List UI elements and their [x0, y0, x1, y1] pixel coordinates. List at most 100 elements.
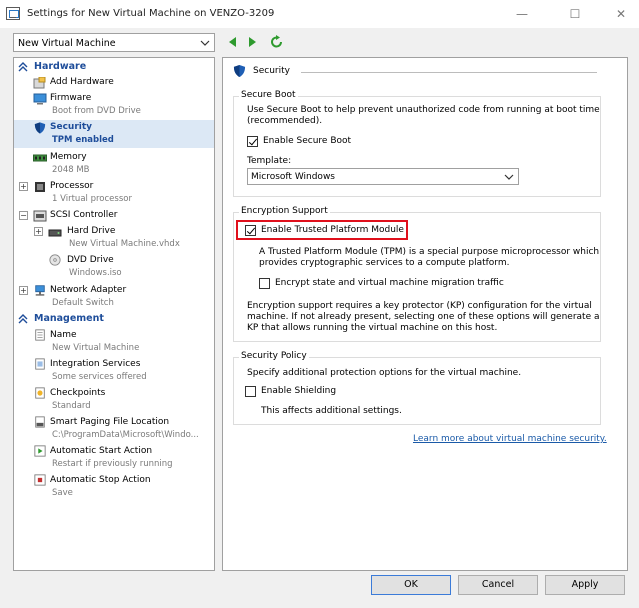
- tree-item-detail: 2048 MB: [52, 165, 90, 175]
- network-adapter-icon: [35, 285, 45, 296]
- shield-icon: [34, 122, 46, 134]
- vm-select-dropdown[interactable]: New Virtual Machine: [13, 33, 215, 52]
- tree-item-label: Add Hardware: [50, 77, 114, 87]
- chevron-down-icon: [200, 40, 210, 46]
- tree-item-network-adapter[interactable]: + Network Adapter Default Switch: [14, 283, 214, 311]
- vm-select-value: New Virtual Machine: [18, 38, 116, 49]
- minimize-button[interactable]: —: [514, 6, 530, 22]
- tree-item-label: Hard Drive: [67, 226, 116, 236]
- window-title: Settings for New Virtual Machine on VENZ…: [27, 8, 275, 19]
- tree-item-scsi-controller[interactable]: − SCSI Controller: [14, 208, 214, 224]
- ok-button[interactable]: OK: [371, 575, 451, 595]
- secure-boot-description-2: (recommended).: [247, 116, 323, 126]
- enable-secure-boot-checkbox[interactable]: [247, 136, 258, 147]
- tree-item-label: Processor: [50, 181, 94, 191]
- apply-button[interactable]: Apply: [545, 575, 625, 595]
- enable-shielding-label[interactable]: Enable Shielding: [261, 386, 336, 397]
- management-section-header[interactable]: Management: [14, 312, 214, 326]
- tpm-description: A Trusted Platform Module (TPM) is a spe…: [259, 247, 600, 257]
- tree-item-detail: Restart if previously running: [52, 459, 173, 469]
- tree-item-detail: Boot from DVD Drive: [52, 106, 141, 116]
- tree-item-automatic-start-action[interactable]: Automatic Start Action Restart if previo…: [14, 444, 214, 472]
- name-document-icon: [35, 329, 45, 341]
- tree-item-label: DVD Drive: [67, 255, 114, 265]
- tree-item-label: Checkpoints: [50, 388, 106, 398]
- collapse-up-icon: [18, 314, 28, 324]
- smart-paging-icon: [35, 416, 45, 428]
- tree-item-detail: New Virtual Machine.vhdx: [69, 239, 180, 249]
- integration-services-icon: [35, 358, 45, 370]
- section-divider: [301, 72, 597, 73]
- dvd-disc-icon: [49, 254, 61, 266]
- tree-item-name[interactable]: Name New Virtual Machine: [14, 328, 214, 356]
- secure-boot-group-title: Secure Boot: [239, 90, 298, 100]
- enable-secure-boot-label[interactable]: Enable Secure Boot: [263, 136, 351, 147]
- learn-more-link[interactable]: Learn more about virtual machine securit…: [413, 434, 607, 444]
- enable-shielding-checkbox[interactable]: [245, 386, 256, 397]
- automatic-start-icon: [34, 445, 46, 457]
- checkpoints-icon: [35, 387, 45, 399]
- tree-item-label: Automatic Start Action: [50, 446, 153, 456]
- title-bar: Settings for New Virtual Machine on VENZ…: [0, 0, 639, 28]
- expand-icon[interactable]: +: [34, 227, 43, 236]
- tree-item-hard-drive[interactable]: + Hard Drive New Virtual Machine.vhdx: [14, 224, 214, 252]
- tree-item-smart-paging[interactable]: Smart Paging File Location C:\ProgramDat…: [14, 415, 214, 443]
- shielding-note: This affects additional settings.: [261, 406, 402, 416]
- expand-icon[interactable]: +: [19, 182, 28, 191]
- tree-item-integration-services[interactable]: Integration Services Some services offer…: [14, 357, 214, 385]
- settings-tree: Hardware Add Hardware Firmware Boot from…: [13, 57, 215, 571]
- firmware-icon: [33, 93, 47, 105]
- tree-item-firmware[interactable]: Firmware Boot from DVD Drive: [14, 91, 214, 119]
- add-hardware-icon: [33, 77, 46, 89]
- enable-tpm-checkbox[interactable]: [245, 225, 256, 236]
- tree-item-checkpoints[interactable]: Checkpoints Standard: [14, 386, 214, 414]
- encrypt-migration-checkbox[interactable]: [259, 278, 270, 289]
- security-policy-description: Specify additional protection options fo…: [247, 368, 522, 378]
- tree-item-label: Network Adapter: [50, 285, 127, 295]
- encryption-group-title: Encryption Support: [239, 206, 330, 216]
- back-arrow-icon[interactable]: [226, 35, 240, 49]
- hardware-section-header[interactable]: Hardware: [14, 60, 214, 74]
- settings-window-icon: [6, 7, 20, 20]
- hardware-header-label: Hardware: [34, 61, 87, 72]
- tree-item-detail: TPM enabled: [52, 135, 114, 145]
- enable-tpm-label[interactable]: Enable Trusted Platform Module: [261, 225, 404, 236]
- collapse-icon[interactable]: −: [19, 211, 28, 220]
- collapse-up-icon: [18, 62, 28, 72]
- processor-icon: [35, 182, 45, 192]
- template-dropdown[interactable]: Microsoft Windows: [247, 168, 519, 185]
- tree-item-detail: Some services offered: [52, 372, 147, 382]
- close-button[interactable]: ✕: [613, 6, 629, 22]
- refresh-icon[interactable]: [270, 35, 284, 49]
- tree-item-memory[interactable]: Memory 2048 MB: [14, 150, 214, 178]
- template-value: Microsoft Windows: [251, 172, 335, 182]
- tree-item-dvd-drive[interactable]: DVD Drive Windows.iso: [14, 253, 214, 281]
- key-protector-note-3: KP that allows running the virtual machi…: [247, 323, 498, 333]
- key-protector-note: Encryption support requires a key protec…: [247, 301, 592, 311]
- tree-item-label: Security: [50, 122, 93, 132]
- tree-item-automatic-stop-action[interactable]: Automatic Stop Action Save: [14, 473, 214, 501]
- tree-item-detail: Save: [52, 488, 73, 498]
- secure-boot-description: Use Secure Boot to help prevent unauthor…: [247, 105, 600, 115]
- expand-icon[interactable]: +: [19, 286, 28, 295]
- tree-item-add-hardware[interactable]: Add Hardware: [14, 75, 214, 91]
- tpm-description-2: provides cryptographic services to a com…: [259, 258, 510, 268]
- tree-item-label: Name: [50, 330, 77, 340]
- template-label: Template:: [247, 156, 292, 166]
- tree-item-label: Firmware: [50, 93, 92, 103]
- tree-item-detail: Standard: [52, 401, 91, 411]
- security-settings-panel: Security Secure Boot Use Secure Boot to …: [222, 57, 628, 571]
- cancel-button[interactable]: Cancel: [458, 575, 538, 595]
- security-policy-group-title: Security Policy: [239, 351, 309, 361]
- automatic-stop-icon: [34, 474, 46, 486]
- tree-item-security[interactable]: Security TPM enabled: [14, 120, 214, 148]
- tree-item-processor[interactable]: + Processor 1 Virtual processor: [14, 179, 214, 207]
- encrypt-migration-label[interactable]: Encrypt state and virtual machine migrat…: [275, 278, 504, 289]
- tree-item-detail: C:\ProgramData\Microsoft\Windo...: [52, 430, 199, 440]
- forward-arrow-icon[interactable]: [245, 35, 259, 49]
- tree-item-detail: Default Switch: [52, 298, 114, 308]
- memory-icon: [33, 154, 47, 162]
- section-title: Security: [253, 66, 290, 76]
- maximize-button[interactable]: ☐: [567, 6, 583, 22]
- tree-item-label: SCSI Controller: [50, 210, 118, 220]
